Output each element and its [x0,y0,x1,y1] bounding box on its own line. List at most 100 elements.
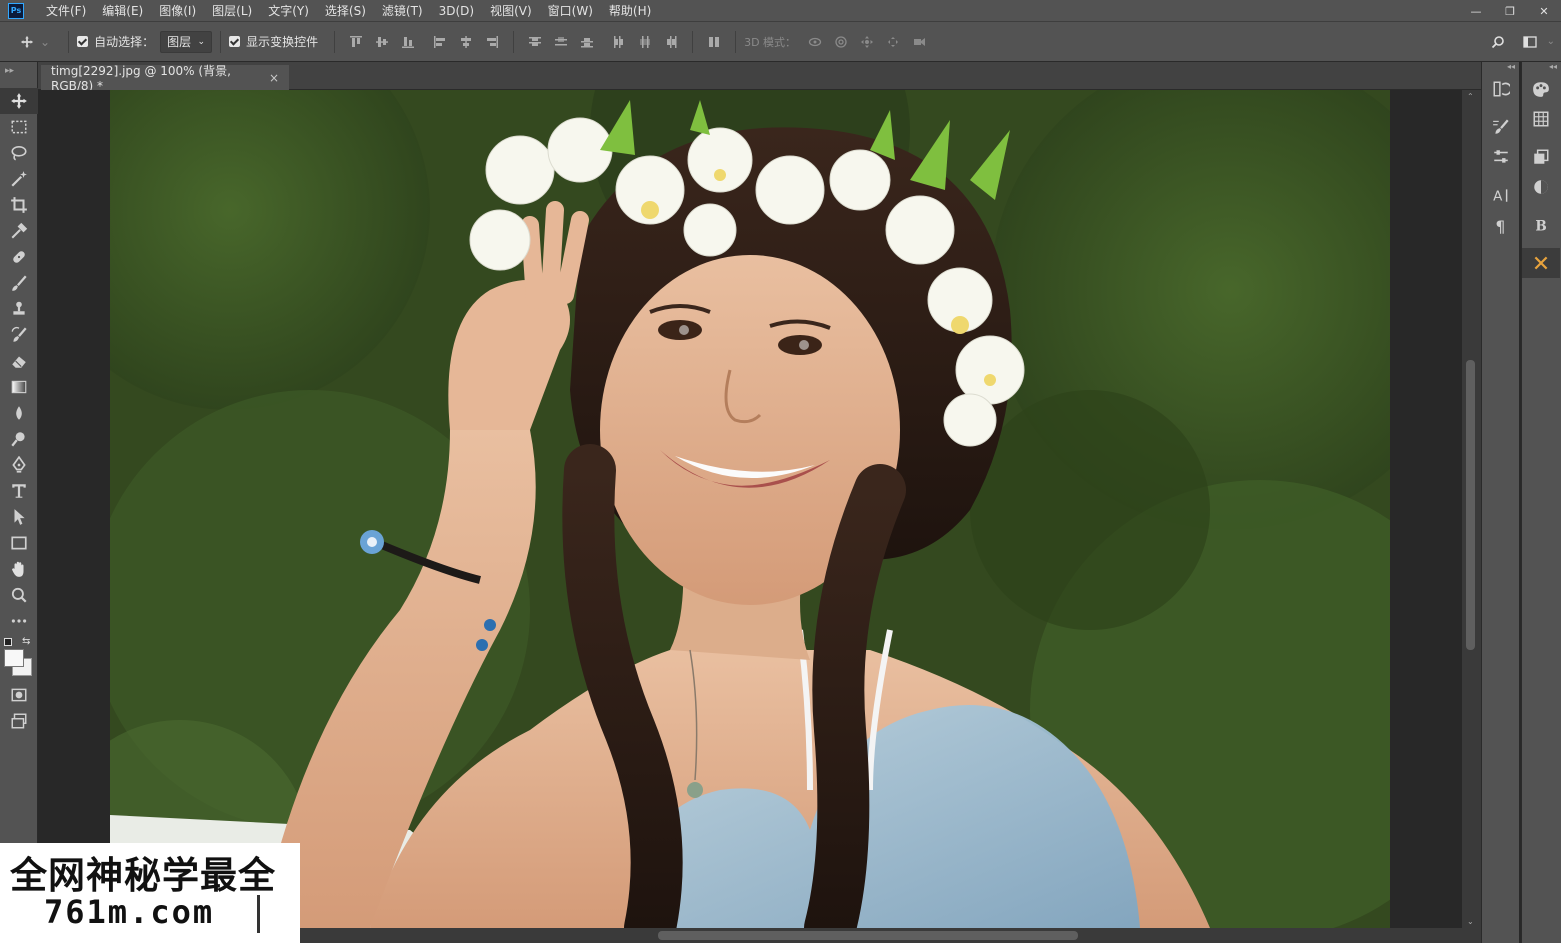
3d-roll-icon[interactable] [828,29,854,55]
color-panel-icon[interactable] [1522,74,1560,104]
workspace-switcher-icon[interactable] [1517,29,1543,55]
type-tool-icon[interactable] [0,478,38,504]
path-selection-icon[interactable] [0,504,38,530]
eraser-tool-icon[interactable] [0,348,38,374]
canvas-area[interactable] [38,90,1462,928]
libraries-panel-icon[interactable] [1522,142,1560,172]
auto-select-value: 图层 [167,35,192,49]
horizontal-scroll-thumb[interactable] [658,931,1078,940]
history-brush-icon[interactable] [0,322,38,348]
close-tab-icon[interactable]: × [269,71,279,85]
blur-tool-icon[interactable] [0,400,38,426]
panel-collapse-grip[interactable]: ◂◂ [1482,62,1519,74]
menu-edit[interactable]: 编辑(E) [94,0,151,22]
quick-mask-icon[interactable] [0,682,38,708]
align-horizontal-centers-icon[interactable] [453,29,479,55]
minimize-button[interactable]: — [1459,0,1493,22]
brush-tool-icon[interactable] [0,270,38,296]
adjustments-sliders-icon[interactable] [1482,142,1520,172]
menu-bar: Ps 文件(F) 编辑(E) 图像(I) 图层(L) 文字(Y) 选择(S) 滤… [0,0,1561,22]
3d-slide-icon[interactable] [880,29,906,55]
menu-file[interactable]: 文件(F) [38,0,94,22]
auto-select-target-dropdown[interactable]: 图层 ⌄ [160,30,213,53]
styles-panel-icon[interactable]: B [1522,210,1560,240]
restore-button[interactable]: ❐ [1493,0,1527,22]
zoom-tool-icon[interactable] [0,582,38,608]
align-vertical-centers-icon[interactable] [369,29,395,55]
chevron-down-icon[interactable]: ⌄ [1547,36,1555,47]
document-tab-bar: timg[2292].jpg @ 100% (背景, RGB/8) * × [38,62,1481,93]
panel-collapse-grip[interactable]: ◂◂ [1522,62,1561,74]
chevron-down-icon[interactable]: ⌄ [40,35,50,49]
pen-tool-icon[interactable] [0,452,38,478]
document-title: timg[2292].jpg @ 100% (背景, RGB/8) * [51,64,231,93]
adjustments-panel-icon[interactable] [1522,172,1560,202]
default-colors-icon[interactable] [4,638,12,646]
distribute-right-icon[interactable] [658,29,684,55]
menu-3d[interactable]: 3D(D) [431,0,482,22]
options-bar: ⌄ 自动选择： 图层 ⌄ 显示变换控件 3D 模式： ⌄ [0,22,1561,62]
align-right-edges-icon[interactable] [479,29,505,55]
checkbox-checked-icon [77,36,89,47]
menu-select[interactable]: 选择(S) [317,0,374,22]
distribute-top-icon[interactable] [522,29,548,55]
align-left-edges-icon[interactable] [427,29,453,55]
distribute-left-icon[interactable] [606,29,632,55]
healing-brush-icon[interactable] [0,244,38,270]
screen-mode-icon[interactable] [0,708,38,734]
magic-wand-icon[interactable] [0,166,38,192]
photoshop-logo[interactable]: Ps [8,2,24,19]
menu-image[interactable]: 图像(I) [151,0,204,22]
distribute-horizontal-centers-icon[interactable] [632,29,658,55]
menu-type[interactable]: 文字(Y) [260,0,317,22]
vertical-scroll-thumb[interactable] [1466,360,1475,650]
eyedropper-icon[interactable] [0,218,38,244]
hand-tool-icon[interactable] [0,556,38,582]
foreground-color-swatch[interactable] [4,649,24,667]
chevron-up-icon[interactable]: ⌃ [1467,92,1474,101]
move-tool-icon[interactable] [0,88,38,114]
lasso-tool-icon[interactable] [0,140,38,166]
more-tools-icon[interactable] [0,608,38,634]
history-panel-icon[interactable] [1482,74,1520,104]
rectangle-tool-icon[interactable] [0,530,38,556]
character-panel-icon[interactable]: A [1482,180,1520,210]
menu-view[interactable]: 视图(V) [482,0,540,22]
color-swatches[interactable]: ⇆ [0,634,37,682]
menu-filter[interactable]: 滤镜(T) [374,0,431,22]
show-transform-controls-checkbox[interactable]: 显示变换控件 [229,33,318,50]
crop-tool-icon[interactable] [0,192,38,218]
swatches-panel-icon[interactable] [1522,104,1560,134]
rectangular-marquee-icon[interactable] [0,114,38,140]
brush-settings-panel-icon[interactable] [1482,112,1520,142]
clone-stamp-icon[interactable] [0,296,38,322]
menu-help[interactable]: 帮助(H) [601,0,659,22]
gradient-tool-icon[interactable] [0,374,38,400]
dodge-tool-icon[interactable] [0,426,38,452]
3d-orbit-icon[interactable] [802,29,828,55]
collapsed-panels-strip: ◂◂ A ¶ [1481,62,1519,943]
menu-layer[interactable]: 图层(L) [204,0,260,22]
document-image[interactable] [110,90,1390,928]
document-tab[interactable]: timg[2292].jpg @ 100% (背景, RGB/8) * × [41,64,289,93]
menu-window[interactable]: 窗口(W) [540,0,601,22]
paragraph-panel-icon[interactable]: ¶ [1482,210,1520,240]
3d-pan-icon[interactable] [854,29,880,55]
align-bottom-edges-icon[interactable] [395,29,421,55]
swap-colors-icon[interactable]: ⇆ [22,636,30,647]
distribute-vertical-centers-icon[interactable] [548,29,574,55]
3d-scale-icon[interactable] [906,29,932,55]
chevron-down-icon[interactable]: ⌄ [1467,917,1474,926]
window-controls: — ❐ ✕ [1459,0,1561,22]
vertical-scrollbar[interactable]: ⌃ ⌄ [1462,90,1481,928]
align-top-edges-icon[interactable] [343,29,369,55]
auto-align-layers-icon[interactable] [701,29,727,55]
search-icon[interactable] [1485,29,1511,55]
move-tool-preset-icon[interactable] [14,29,40,55]
auto-select-checkbox[interactable]: 自动选择： [77,33,154,50]
tools-crossed-icon[interactable] [1522,248,1560,278]
close-window-button[interactable]: ✕ [1527,0,1561,22]
panel-collapse-grip[interactable]: ▸▸ [0,62,37,88]
divider [513,30,515,53]
distribute-bottom-icon[interactable] [574,29,600,55]
